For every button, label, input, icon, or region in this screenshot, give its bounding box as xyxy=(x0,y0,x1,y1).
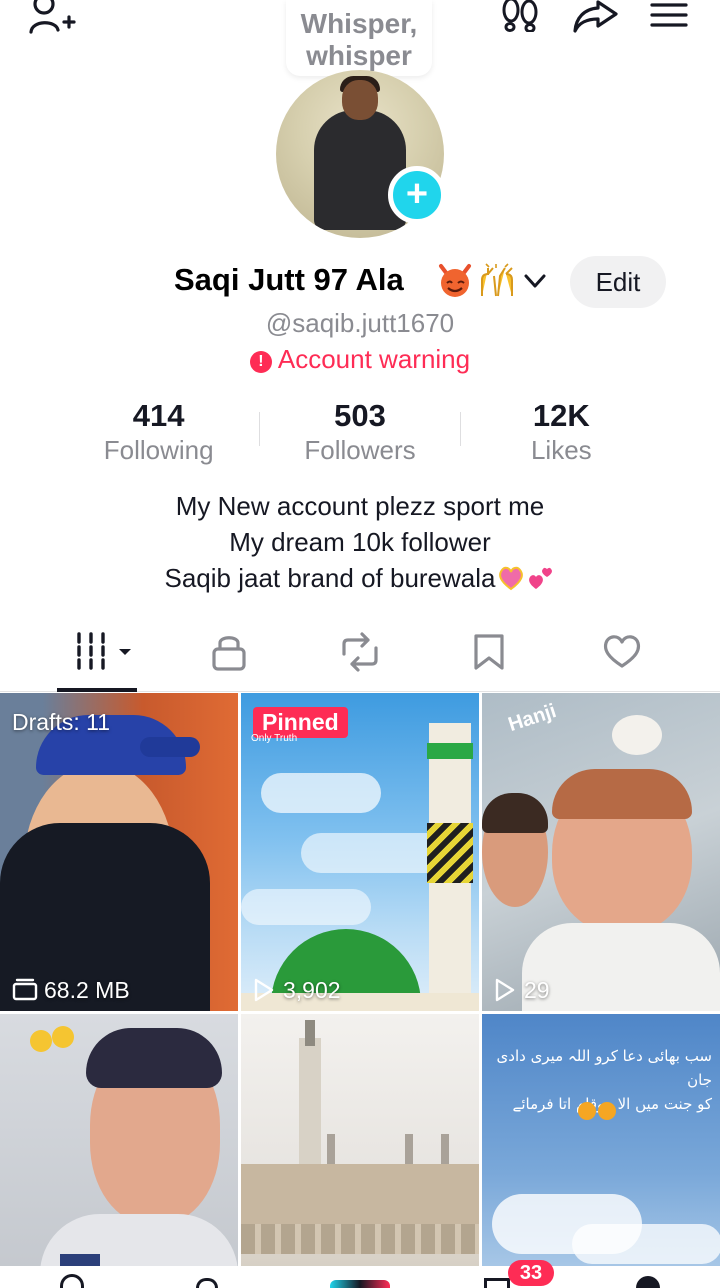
stat-value: 12K xyxy=(532,398,590,433)
video-tile[interactable] xyxy=(241,1014,479,1288)
view-count: 29 xyxy=(524,977,550,1003)
emoji-sticker xyxy=(578,1102,596,1120)
sparkling-heart-icon xyxy=(498,566,523,591)
chevron-down-icon[interactable] xyxy=(522,268,548,294)
profile-name: Saqi Jutt 97 Ala xyxy=(174,262,404,297)
drafts-icon xyxy=(12,978,38,1001)
tab-reposts[interactable] xyxy=(320,618,400,692)
drafts-size: 68.2 MB xyxy=(44,977,130,1003)
inbox-icon[interactable] xyxy=(484,1278,510,1288)
smiling-devil-emoji-icon xyxy=(439,264,471,297)
play-icon xyxy=(495,978,515,1002)
tab-liked[interactable] xyxy=(584,618,664,692)
tab-indicator xyxy=(57,688,137,692)
stat-following[interactable]: 414 Following xyxy=(58,398,259,468)
add-story-button[interactable]: + xyxy=(388,166,446,224)
emoji-sticker xyxy=(52,1026,74,1048)
two-hearts-icon xyxy=(528,567,552,589)
tab-favorites[interactable] xyxy=(452,618,532,692)
stat-value: 503 xyxy=(334,398,386,433)
share-icon[interactable] xyxy=(572,0,620,34)
stat-divider xyxy=(460,412,461,446)
profile-avatar[interactable]: + xyxy=(276,70,446,238)
video-tile[interactable]: Hanji 29 xyxy=(482,693,720,1011)
account-warning-link[interactable]: ! Account warning xyxy=(0,344,720,375)
lock-icon xyxy=(212,636,246,671)
urdu-line: سب بھائی دعا کرو اللہ میری دادی جان xyxy=(496,1047,712,1089)
profile-tabs xyxy=(0,618,720,692)
bio-line: My dream 10k follower xyxy=(229,527,491,557)
stat-label: Following xyxy=(103,435,214,465)
create-button[interactable] xyxy=(330,1280,390,1288)
stat-likes[interactable]: 12K Likes xyxy=(461,398,662,468)
name-row: Saqi Jutt 97 Ala Edit xyxy=(0,256,720,308)
bio-line: Saqib jaat brand of burewala xyxy=(164,563,496,593)
top-bar: Whisper, whisper xyxy=(0,0,720,80)
stat-label: Followers xyxy=(304,435,416,465)
tab-private[interactable] xyxy=(192,618,272,692)
home-icon[interactable] xyxy=(60,1274,84,1288)
play-icon xyxy=(254,978,274,1002)
bubble-text: Whisper, whisper xyxy=(300,8,418,71)
view-count: 3,902 xyxy=(283,977,341,1003)
video-tile[interactable]: سب بھائی دعا کرو اللہ میری دادی جان کو ج… xyxy=(482,1014,720,1288)
bookmark-icon xyxy=(474,634,504,670)
warning-text: Account warning xyxy=(277,344,471,374)
warning-icon: ! xyxy=(249,351,272,373)
bio-line-3: Saqib jaat brand of burewala xyxy=(0,560,720,596)
stat-label: Likes xyxy=(530,435,592,465)
bio-line: My New account plezz sport me xyxy=(175,491,545,521)
inbox-badge: 33 xyxy=(508,1260,554,1286)
bottom-nav: 33 xyxy=(0,1260,720,1288)
profile-icon[interactable] xyxy=(636,1276,660,1288)
stat-value: 414 xyxy=(132,398,185,433)
repost-icon xyxy=(342,632,378,672)
footprints-icon[interactable] xyxy=(500,0,540,32)
edit-profile-button[interactable]: Edit xyxy=(570,256,666,308)
emoji-sticker xyxy=(30,1030,52,1052)
grid-icon xyxy=(77,632,131,670)
stat-followers[interactable]: 503 Followers xyxy=(259,398,460,468)
person-add-icon[interactable] xyxy=(28,0,76,34)
profile-bio: My New account plezz sport me My dream 1… xyxy=(0,488,720,596)
profile-stats: 414 Following 503 Followers 12K Likes xyxy=(58,398,662,468)
tab-videos[interactable] xyxy=(57,618,137,692)
drafts-label: Drafts: 11 xyxy=(12,709,110,735)
whisper-bubble[interactable]: Whisper, whisper xyxy=(286,0,432,76)
drafts-tile[interactable]: Drafts: 11 68.2 MB xyxy=(0,693,238,1011)
friends-icon[interactable] xyxy=(196,1278,218,1288)
video-caption: Hanji xyxy=(505,700,559,737)
video-tile-pinned[interactable]: Pinned Only Truth 3,902 xyxy=(241,693,479,1011)
profile-handle: @saqib.jutt1670 xyxy=(265,308,455,338)
video-caption: Only Truth xyxy=(251,733,298,744)
stat-divider xyxy=(259,412,260,446)
heart-icon xyxy=(603,635,641,668)
video-tile[interactable] xyxy=(0,1014,238,1288)
emoji-sticker xyxy=(598,1102,616,1120)
menu-icon[interactable] xyxy=(650,2,688,28)
raised-hands-emoji-icon xyxy=(481,263,513,297)
